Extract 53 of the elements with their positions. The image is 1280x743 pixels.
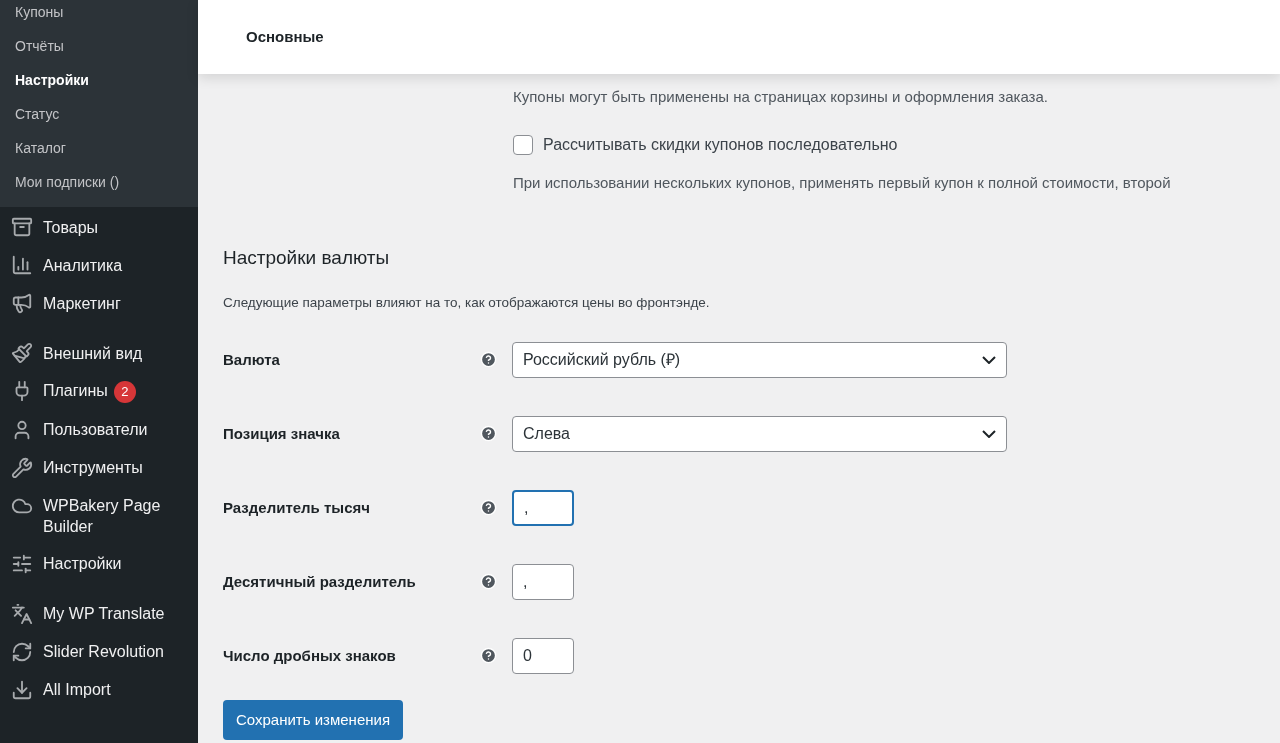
field-label: Десятичный разделитель	[223, 571, 417, 592]
menu-item[interactable]: WPBakery Page Builder	[0, 486, 198, 545]
translate-icon	[11, 602, 33, 625]
wrench-icon	[11, 456, 33, 479]
download-icon	[11, 678, 33, 701]
menu-item[interactable]: Аналитика	[0, 246, 198, 284]
submenu-item[interactable]: Каталог	[0, 131, 198, 165]
menu-item[interactable]: Инструменты	[0, 448, 198, 487]
field-label: Позиция значка	[223, 423, 341, 444]
field-label: Число дробных знаков	[223, 645, 397, 666]
coupons-description: Купоны могут быть применены на страницах корзины и оформления заказа.	[513, 87, 1049, 107]
menu-item[interactable]: Настройки	[0, 544, 198, 583]
chevron-icon	[982, 355, 996, 364]
coupons-note: При использовании нескольких купонов, применять первый купон к полной стоимости, второй	[513, 172, 1172, 193]
submenu-item[interactable]: Статус	[0, 97, 198, 131]
input-field[interactable]: ,	[512, 489, 574, 526]
menu-item[interactable]: Пользователи	[0, 410, 198, 449]
submenu-item[interactable]: Мои подписки ()	[0, 165, 198, 199]
bar-chart-icon	[11, 254, 33, 276]
help-icon[interactable]	[480, 499, 497, 517]
help-icon[interactable]	[480, 573, 497, 591]
sliders-icon	[11, 552, 33, 575]
menu-item[interactable]: Товары	[0, 208, 198, 246]
tab-label[interactable]: Основные	[246, 25, 324, 49]
select-field[interactable]: Российский рубль (₽)	[512, 341, 1007, 378]
menu-item[interactable]: Маркетинг	[0, 284, 198, 322]
menu-item[interactable]: Внешний вид	[0, 334, 198, 372]
help-icon[interactable]	[480, 425, 497, 443]
input-field[interactable]: ,	[512, 563, 574, 600]
checkbox[interactable]	[513, 134, 533, 155]
help-icon[interactable]	[480, 647, 497, 665]
select-field[interactable]: Слева	[512, 415, 1007, 452]
submenu-item[interactable]: Отчёты	[0, 29, 198, 63]
section-description: Следующие параметры влияют на то, как отображаются цены во фронтэнде.	[223, 293, 711, 312]
field-label: Валюта	[223, 349, 281, 370]
refresh-icon	[11, 640, 33, 663]
chevron-icon	[982, 429, 996, 438]
checkbox-label: Рассчитывать скидки купонов последовательно	[543, 134, 898, 155]
menu-item[interactable]: All Import	[0, 670, 198, 709]
menu-item[interactable]: My WP Translate	[0, 594, 198, 633]
input-field[interactable]: 0	[512, 637, 574, 674]
save-button[interactable]: Сохранить изменения	[223, 699, 404, 740]
box-icon	[11, 216, 33, 238]
menu-item[interactable]: Slider Revolution	[0, 632, 198, 671]
megaphone-icon	[11, 292, 33, 314]
submenu-item[interactable]: Настройки	[0, 63, 198, 97]
help-icon[interactable]	[480, 351, 497, 369]
menu-item[interactable]: Плагины 2	[0, 372, 198, 411]
submenu-item[interactable]: Купоны	[0, 0, 198, 29]
field-label: Разделитель тысяч	[223, 497, 371, 518]
section-title: Настройки валюты	[223, 246, 391, 270]
count-badge: 2	[113, 380, 136, 403]
brush-icon	[11, 342, 33, 364]
